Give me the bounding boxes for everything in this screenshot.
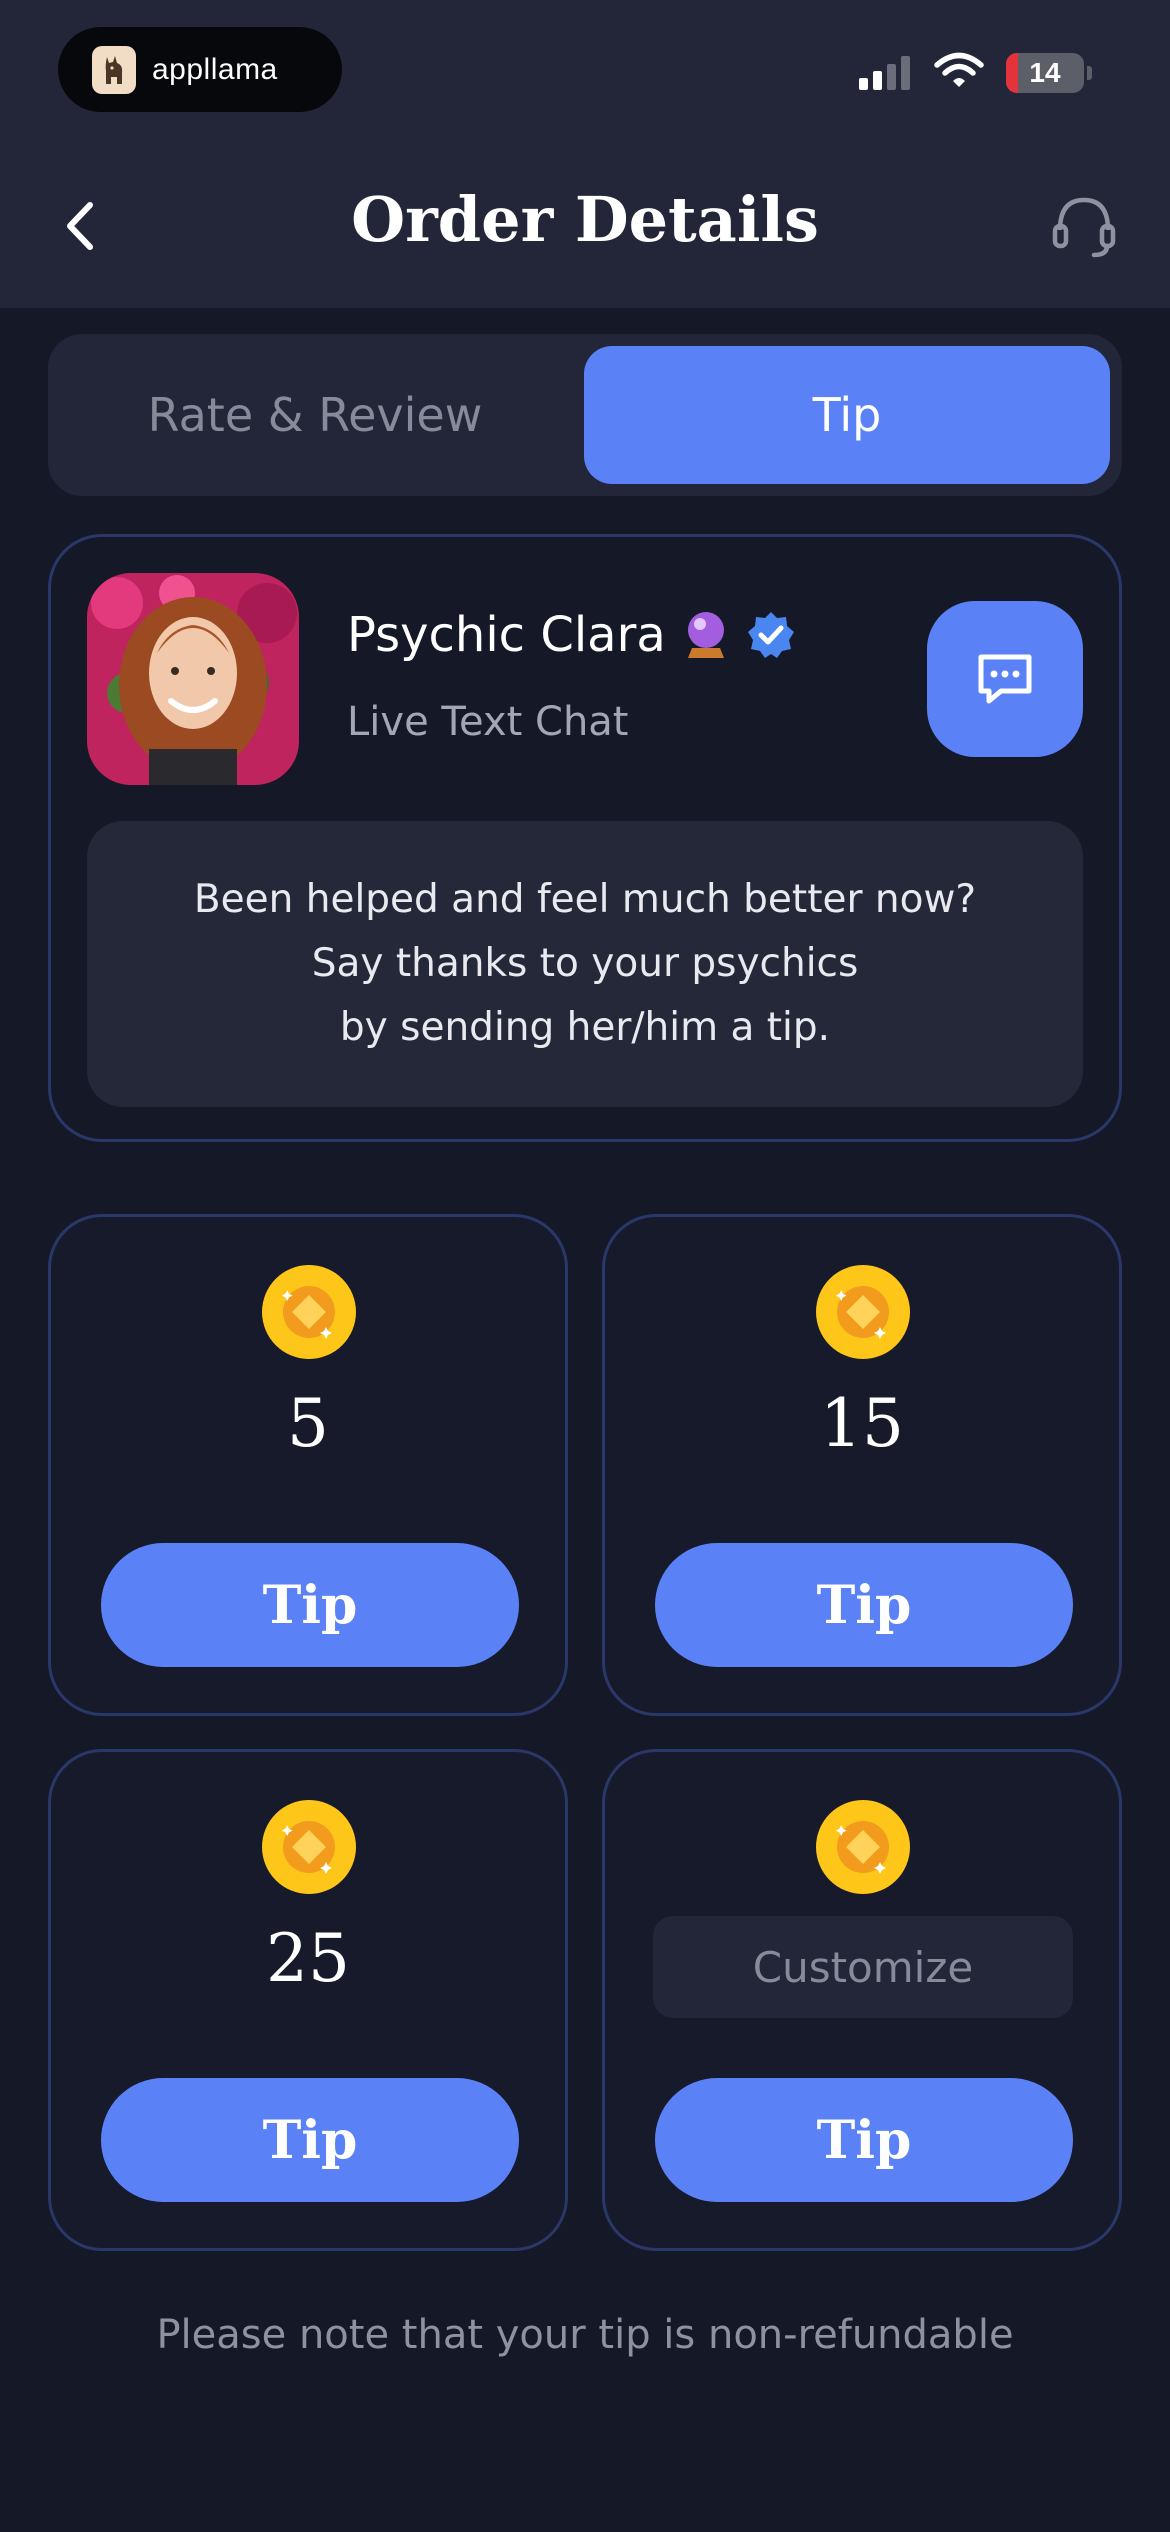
tip-button-custom[interactable]: Tip: [655, 2078, 1073, 2202]
tip-option-card: 5 Tip: [48, 1214, 568, 1716]
coin-icon: [816, 1265, 910, 1359]
tip-option-card: 25 Tip: [48, 1749, 568, 2251]
llama-logo-icon: [92, 45, 136, 94]
headset-icon: [1052, 197, 1116, 258]
tip-option-card-custom: Tip: [602, 1749, 1122, 2251]
message-line-1: Been helped and feel much better now?: [193, 877, 977, 922]
tab-tip[interactable]: Tip: [584, 346, 1110, 484]
coin-icon: [262, 1800, 356, 1894]
thank-you-message: Been helped and feel much better now? Sa…: [87, 821, 1083, 1107]
custom-amount-input[interactable]: [653, 1916, 1073, 2018]
tip-button-25[interactable]: Tip: [101, 2078, 519, 2202]
message-line-3: by sending her/him a tip.: [339, 1005, 831, 1050]
chat-button[interactable]: [927, 601, 1083, 757]
psychic-name: Psychic Clara: [347, 607, 666, 663]
tab-bar: Rate & Review Tip: [48, 334, 1122, 496]
psychic-name-row: Psychic Clara: [347, 607, 796, 663]
battery-tip: [1087, 66, 1092, 80]
battery-icon: 14: [1006, 53, 1084, 93]
crystal-ball-icon: [687, 612, 724, 658]
coin-icon: [262, 1265, 356, 1359]
battery-level: 14: [1029, 57, 1061, 88]
app-pill[interactable]: appllama: [58, 27, 342, 112]
support-button[interactable]: [1050, 192, 1118, 260]
coin-icon: [816, 1800, 910, 1894]
status-icons: 14: [859, 52, 1092, 94]
non-refundable-note: Please note that your tip is non-refunda…: [156, 2312, 1014, 2358]
app-pill-label: appllama: [152, 52, 278, 86]
tip-amount: 15: [820, 1385, 904, 1462]
tip-button-5[interactable]: Tip: [101, 1543, 519, 1667]
chat-bubble-icon: [978, 654, 1032, 704]
tab-rate-review[interactable]: Rate & Review: [56, 346, 574, 484]
cellular-signal-icon: [859, 56, 910, 90]
psychic-card: Psychic Clara Live Text Chat Been helped…: [48, 534, 1122, 1142]
tip-button-15[interactable]: Tip: [655, 1543, 1073, 1667]
tip-amount: 5: [287, 1385, 329, 1462]
top-bar: appllama 14 Order Details: [0, 0, 1170, 308]
verified-badge-icon: [747, 612, 794, 658]
tip-option-card: 15 Tip: [602, 1214, 1122, 1716]
tip-amount: 25: [266, 1920, 350, 1997]
page-title: Order Details: [351, 183, 819, 256]
message-line-2: Say thanks to your psychics: [311, 941, 859, 986]
service-type: Live Text Chat: [347, 699, 629, 745]
avatar[interactable]: [87, 573, 299, 785]
wifi-icon: [934, 52, 984, 94]
